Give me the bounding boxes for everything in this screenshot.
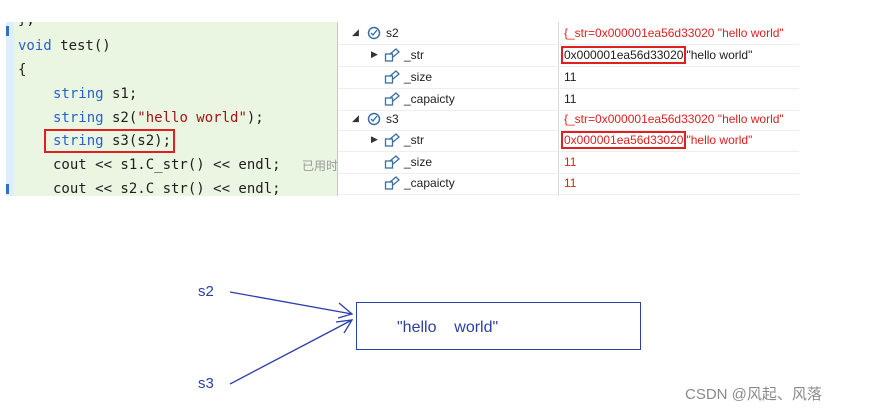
type-string: string — [53, 86, 104, 102]
pointer-string: "hello world" — [686, 133, 753, 147]
watch-value: 11 — [564, 70, 577, 84]
watch-name: _capaicty — [404, 92, 455, 106]
code-editor-panel[interactable]: }; void test() { string s1; string s2("h… — [6, 22, 342, 196]
watch-name: s2 — [386, 26, 399, 40]
editor-marker-top — [6, 26, 9, 36]
member-icon — [384, 133, 400, 147]
collapse-triangle-icon[interactable]: ◢ — [352, 27, 359, 38]
watch-window[interactable]: ◢ s2 {_str=0x000001ea56d33020 "hello wor… — [337, 22, 799, 196]
watch-name: _size — [404, 70, 433, 84]
highlight-s3-line — [44, 129, 175, 153]
expand-triangle-icon[interactable]: ▶ — [371, 49, 378, 60]
heap-string-text: "hello world" — [397, 319, 499, 336]
watch-value: 0x000001ea56d33020 "hello world" — [561, 131, 753, 149]
watch-row-s2-size[interactable]: _size 11 — [338, 67, 799, 89]
member-icon — [384, 155, 400, 169]
watch-row-s2-str[interactable]: ▶ _str 0x000001ea56d33020 "hello world" — [338, 45, 799, 67]
watch-value: {_str=0x000001ea56d33020 "hello world" — [564, 26, 784, 40]
type-string: string — [53, 110, 104, 126]
arrow-s3 — [229, 319, 353, 385]
editor-marker-bottom — [6, 184, 9, 194]
watch-name: _size — [404, 155, 433, 169]
collapse-triangle-icon[interactable]: ◢ — [352, 113, 359, 124]
watch-value: {_str=0x000001ea56d33020 "hello world" — [564, 112, 784, 126]
expand-triangle-icon[interactable]: ▶ — [371, 134, 378, 145]
watch-value: 11 — [564, 155, 577, 169]
code-line-prev: }; — [18, 22, 35, 30]
decl-s1: s1; — [103, 86, 138, 102]
watch-row-s3-capacity[interactable]: _capaicty 11 — [338, 173, 799, 195]
pointer-address-highlight: 0x000001ea56d33020 — [561, 131, 687, 149]
watch-value: 11 — [564, 92, 577, 106]
watch-name: s3 — [386, 112, 399, 126]
pointer-string: "hello world" — [686, 48, 753, 62]
arrowhead-s2 — [337, 302, 354, 319]
editor-gutter — [6, 22, 14, 196]
code-line-s2: string s2("hello world"); — [53, 108, 264, 128]
watermark: CSDN @风起、风落 — [685, 386, 822, 403]
pointer-address-highlight: 0x000001ea56d33020 — [561, 46, 687, 64]
watch-value: 0x000001ea56d33020 "hello world" — [561, 46, 753, 64]
member-icon — [384, 48, 400, 62]
watch-name: _capaicty — [404, 176, 455, 190]
code-line-open-brace: { — [18, 62, 27, 78]
code-line-signature: void test() — [18, 36, 111, 56]
watch-value: 11 — [564, 176, 577, 190]
code-line-cout-s1: cout << s1.C_str() << endl; — [53, 157, 281, 173]
watch-name: _str — [404, 133, 425, 147]
watch-row-s2[interactable]: ◢ s2 {_str=0x000001ea56d33020 "hello wor… — [338, 23, 799, 45]
watch-name: _str — [404, 48, 425, 62]
pointer-diagram: s2 s3 "hello world" CSDN @风起、风落 — [0, 260, 872, 412]
arrow-s2 — [229, 291, 353, 315]
variable-icon — [367, 112, 381, 126]
member-icon — [384, 92, 400, 106]
decl-s2: s2( — [103, 110, 138, 126]
member-icon — [384, 70, 400, 84]
decl-s2-end: ); — [246, 110, 264, 126]
keyword-void: void — [18, 38, 52, 54]
watch-row-s3-size[interactable]: _size 11 — [338, 152, 799, 174]
code-line-cout-s2: cout << s2.C_str() << endl; — [53, 181, 281, 196]
string-literal: "hello world" — [137, 110, 247, 126]
code-line-s1: string s1; — [53, 84, 137, 104]
member-icon — [384, 176, 400, 190]
variable-icon — [367, 26, 381, 40]
function-name: test() — [51, 38, 111, 54]
elapsed-time-hint: 已用时 — [302, 159, 339, 173]
watch-row-s3-str[interactable]: ▶ _str 0x000001ea56d33020 "hello world" — [338, 130, 799, 152]
watch-row-s3[interactable]: ◢ s3 {_str=0x000001ea56d33020 "hello wor… — [338, 109, 799, 131]
watch-row-s2-capacity[interactable]: _capaicty 11 — [338, 89, 799, 111]
